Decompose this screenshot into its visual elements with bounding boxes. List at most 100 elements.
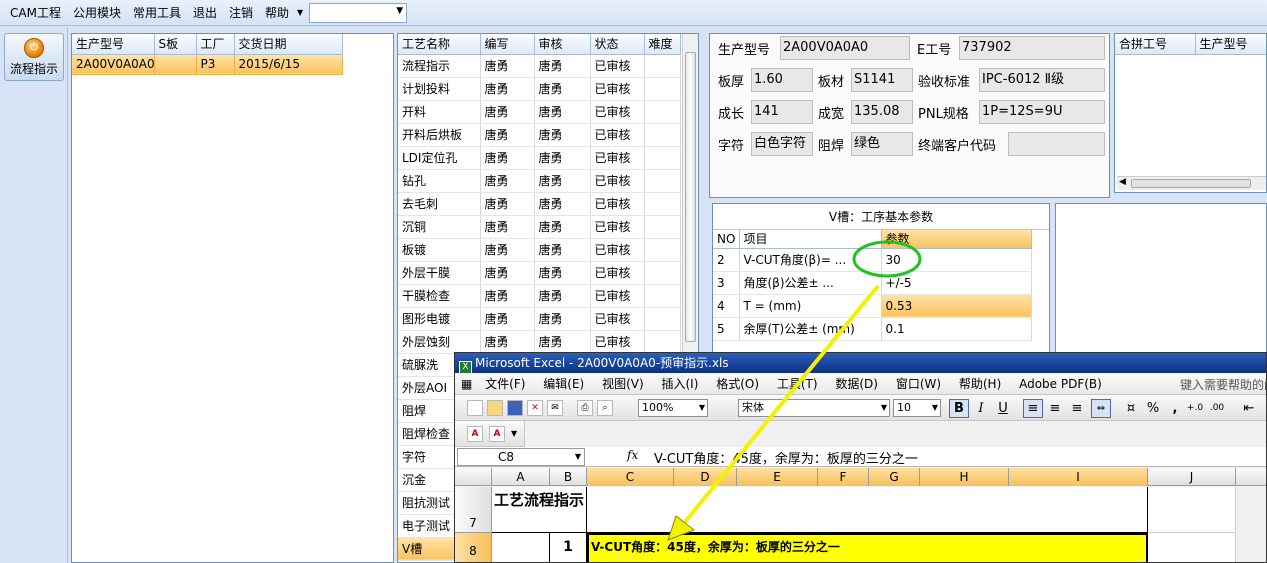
table-row[interactable]: 3 角度(β)公差± ... +/-5 [713, 271, 1032, 295]
table-cell[interactable] [644, 307, 681, 331]
table-cell[interactable] [644, 261, 681, 285]
table-cell[interactable]: 板镀 [398, 238, 481, 262]
row-header-8[interactable]: 8 [455, 533, 492, 562]
table-cell[interactable]: LDI定位孔 [398, 146, 481, 170]
col-header-a[interactable]: A [492, 468, 550, 486]
table-row[interactable]: LDI定位孔 唐勇 唐勇 已审核 [398, 146, 681, 170]
col-header-difficulty[interactable]: 难度 [644, 34, 681, 55]
pnl-field[interactable]: 1P=12S=9U [979, 100, 1105, 124]
decrease-decimal-icon[interactable]: .00 [1207, 399, 1227, 418]
merge-center-icon[interactable]: ⇔ [1091, 399, 1111, 418]
table-cell[interactable]: 开料 [398, 100, 481, 124]
function-icon[interactable]: fx [627, 448, 638, 462]
table-cell[interactable] [644, 77, 681, 101]
table-cell[interactable]: 已审核 [590, 261, 645, 285]
email-icon[interactable]: ✉ [547, 400, 563, 416]
pdf-convert-icon[interactable]: A [467, 426, 483, 442]
chevron-down-icon[interactable]: ▼ [297, 8, 303, 17]
table-cell[interactable]: 已审核 [590, 123, 645, 147]
xl-menu-help[interactable]: 帮助(H) [952, 373, 1008, 395]
table-cell[interactable]: 唐勇 [534, 54, 591, 78]
help-search-hint[interactable]: 键入需要帮助的问 [1180, 376, 1266, 393]
standard-field[interactable]: IPC-6012 Ⅱ级 [979, 68, 1105, 92]
table-cell[interactable]: 已审核 [590, 146, 645, 170]
table-cell[interactable]: 钻孔 [398, 169, 481, 193]
formula-input[interactable]: V-CUT角度：45度，余厚为：板厚的三分之一 [654, 448, 918, 467]
table-cell[interactable]: 唐勇 [534, 192, 591, 216]
table-row[interactable]: 板镀 唐勇 唐勇 已审核 [398, 238, 681, 262]
merge-scrollbar[interactable]: ◀ [1117, 176, 1266, 190]
chevron-down-icon[interactable]: ▼ [881, 400, 887, 416]
align-right-icon[interactable]: ≡ [1067, 399, 1087, 418]
table-row[interactable]: 开料 唐勇 唐勇 已审核 [398, 100, 681, 124]
xl-menu-insert[interactable]: 插入(I) [654, 373, 705, 395]
flow-instruction-button[interactable]: ⏻ 流程指示 [4, 33, 64, 81]
xl-menu-file[interactable]: 文件(F) [478, 373, 532, 395]
table-cell[interactable]: 计划投料 [398, 77, 481, 101]
menu-tools[interactable]: 常用工具 [127, 0, 187, 26]
customer-code-field[interactable] [1008, 132, 1105, 156]
table-cell[interactable]: 唐勇 [534, 100, 591, 124]
menu-logout[interactable]: 注销 [223, 0, 259, 26]
table-row[interactable]: 外层蚀刻 唐勇 唐勇 已审核 [398, 330, 681, 354]
col-header-reviewer[interactable]: 审核 [534, 34, 591, 55]
name-box[interactable]: C8 ▼ [457, 448, 585, 466]
table-cell[interactable]: 已审核 [590, 238, 645, 262]
select-all-corner[interactable] [455, 468, 492, 486]
table-cell[interactable]: 唐勇 [534, 146, 591, 170]
table-cell[interactable]: 唐勇 [534, 169, 591, 193]
table-cell[interactable] [644, 284, 681, 308]
table-cell[interactable]: 已审核 [590, 77, 645, 101]
cell-a7[interactable]: 工艺流程指示 [492, 487, 587, 533]
table-cell[interactable]: 已审核 [590, 100, 645, 124]
cell-j8[interactable] [1148, 533, 1236, 562]
xl-menu-tools[interactable]: 工具(T) [770, 373, 825, 395]
table-cell[interactable]: 唐勇 [534, 215, 591, 239]
table-cell[interactable]: 已审核 [590, 330, 645, 354]
cell-factory[interactable]: P3 [196, 54, 235, 75]
cell-delivery-date[interactable]: 2015/6/15 [234, 54, 343, 75]
table-cell[interactable] [644, 146, 681, 170]
xl-menu-edit[interactable]: 编辑(E) [536, 373, 591, 395]
col-header-c[interactable]: C [587, 468, 674, 486]
increase-decimal-icon[interactable]: +.0 [1185, 399, 1205, 418]
model-field[interactable]: 2A00V0A0A0 [780, 36, 910, 60]
row-header-7[interactable]: 7 [455, 487, 492, 533]
table-cell[interactable] [644, 123, 681, 147]
table-cell[interactable]: 唐勇 [480, 146, 535, 170]
permission-icon[interactable]: ✕ [527, 400, 543, 416]
material-field[interactable]: S1141 [851, 68, 913, 92]
print-icon[interactable]: ⎙ [577, 400, 593, 416]
underline-button[interactable]: U [993, 399, 1013, 418]
chevron-left-icon[interactable]: ◀ [1119, 177, 1126, 187]
table-cell[interactable]: 已审核 [590, 307, 645, 331]
table-row[interactable]: 图形电镀 唐勇 唐勇 已审核 [398, 307, 681, 331]
scroll-thumb[interactable] [1131, 179, 1251, 188]
col-header-merge-no[interactable]: 合拼工号 [1115, 34, 1196, 55]
xl-menu-window[interactable]: 窗口(W) [889, 373, 948, 395]
print-preview-icon[interactable]: ⌕ [597, 400, 613, 416]
indent-icon[interactable]: ⇤ [1239, 399, 1259, 418]
table-cell[interactable]: 去毛刺 [398, 192, 481, 216]
table-cell[interactable] [644, 192, 681, 216]
menu-help[interactable]: 帮助 [259, 0, 295, 26]
col-header-d[interactable]: D [674, 468, 737, 486]
width-field[interactable]: 135.08 [851, 100, 913, 124]
table-cell[interactable]: 干膜检查 [398, 284, 481, 308]
font-name-select[interactable]: 宋体 ▼ [738, 399, 890, 417]
col-header-delivery-date[interactable]: 交货日期 [234, 34, 343, 55]
table-cell[interactable]: 外层干膜 [398, 261, 481, 285]
cell-model[interactable]: 2A00V0A0A0 [72, 54, 155, 75]
chevron-down-icon[interactable]: ▼ [699, 400, 705, 416]
table-cell[interactable]: 唐勇 [534, 330, 591, 354]
col-header-g[interactable]: G [869, 468, 920, 486]
table-cell[interactable] [644, 330, 681, 354]
table-row[interactable]: 沉铜 唐勇 唐勇 已审核 [398, 215, 681, 239]
xl-menu-data[interactable]: 数据(D) [828, 373, 885, 395]
currency-icon[interactable]: ¤ [1121, 399, 1141, 418]
process-scrollbar[interactable] [682, 34, 698, 354]
table-cell[interactable]: 唐勇 [534, 77, 591, 101]
table-cell[interactable]: 沉铜 [398, 215, 481, 239]
table-cell[interactable]: 唐勇 [480, 261, 535, 285]
percent-icon[interactable]: % [1143, 399, 1163, 418]
